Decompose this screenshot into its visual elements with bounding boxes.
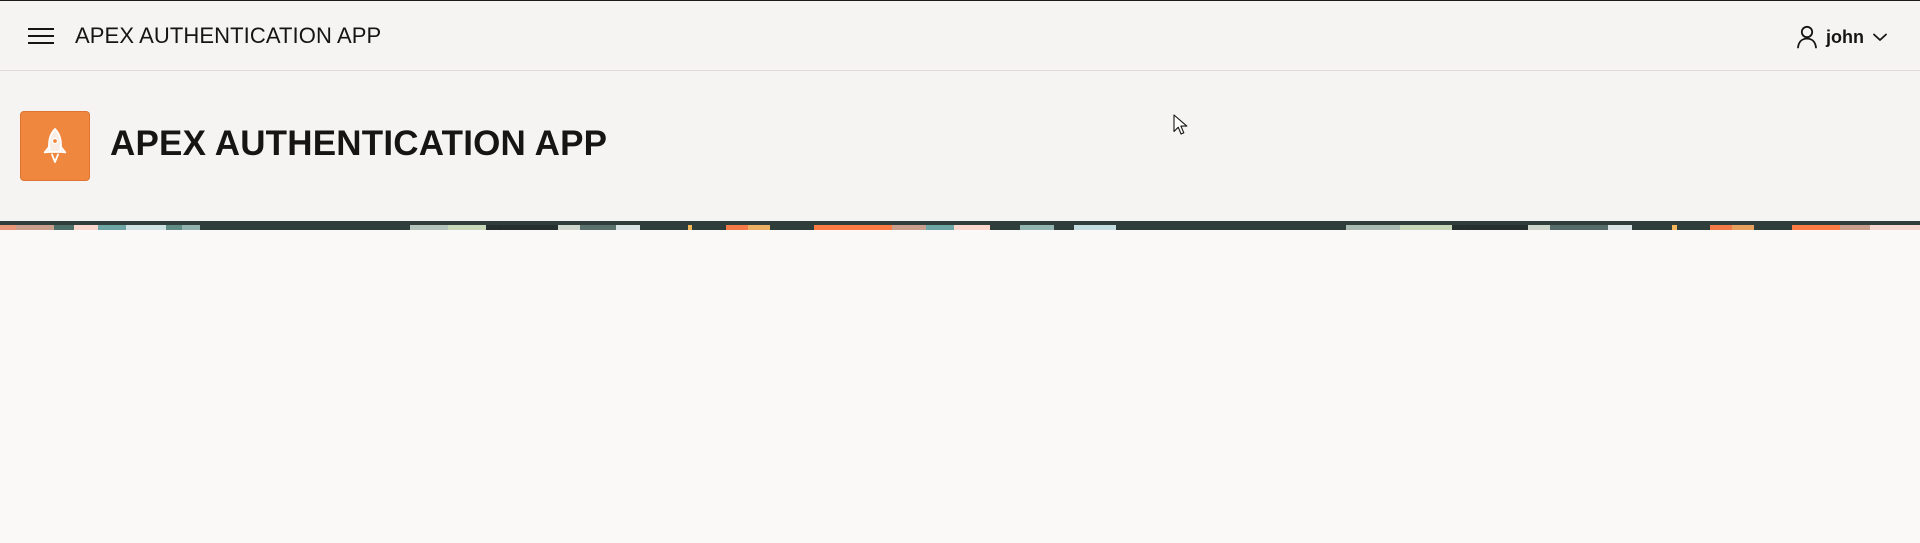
user-icon — [1797, 25, 1817, 49]
app-logo-tile — [20, 111, 90, 181]
rocket-icon — [43, 128, 67, 163]
hamburger-menu-icon — [28, 28, 54, 44]
chevron-down-icon — [1873, 33, 1887, 41]
decorative-pattern-strip — [0, 221, 1920, 230]
app-title[interactable]: APEX AUTHENTICATION APP — [75, 22, 381, 50]
hamburger-menu-button[interactable] — [24, 22, 58, 50]
user-menu-button[interactable]: john — [1796, 21, 1888, 53]
app-hero-banner: APEX AUTHENTICATION APP — [0, 71, 1920, 221]
top-navigation-bar: APEX AUTHENTICATION APP john — [0, 0, 1920, 71]
page-title: APEX AUTHENTICATION APP — [110, 124, 608, 163]
main-content-area — [0, 230, 1920, 543]
username-label: john — [1826, 27, 1864, 47]
mouse-pointer-icon — [1173, 114, 1188, 135]
